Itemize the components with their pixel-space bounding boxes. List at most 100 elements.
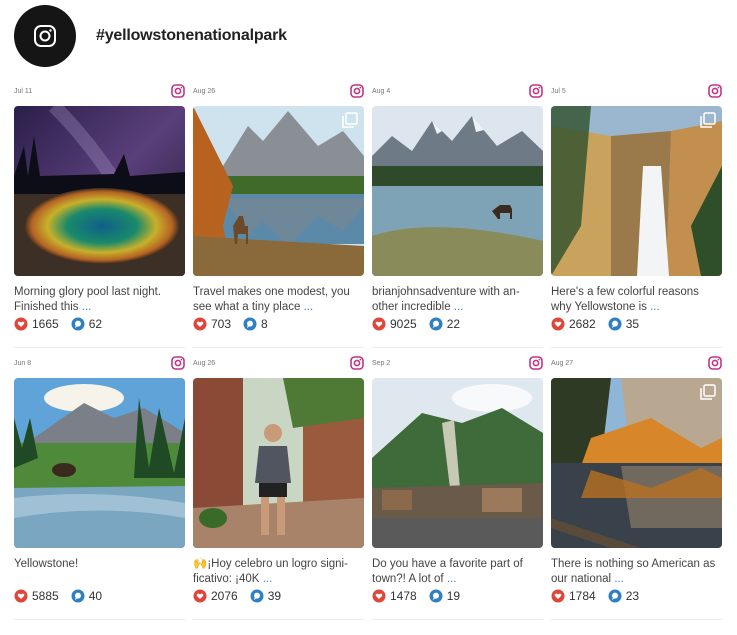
- like-count: 2682: [569, 317, 596, 331]
- multiple-images-icon: [700, 112, 716, 128]
- more-link[interactable]: ...: [82, 301, 92, 313]
- post-date: Aug 4: [372, 87, 391, 95]
- comment-icon[interactable]: [71, 317, 85, 331]
- post-caption: brianjohnsadventure with an-other incred…: [372, 286, 520, 313]
- heart-icon[interactable]: [14, 317, 28, 331]
- comment-icon[interactable]: [71, 589, 85, 603]
- heart-icon[interactable]: [551, 317, 565, 331]
- comment-count: 62: [88, 317, 103, 331]
- like-count: 2076: [211, 589, 238, 603]
- post-image[interactable]: [551, 378, 722, 548]
- heart-icon[interactable]: [372, 317, 386, 331]
- instagram-icon[interactable]: [708, 84, 722, 98]
- post-caption: Yellowstone!: [14, 558, 79, 570]
- instagram-icon[interactable]: [350, 356, 364, 370]
- post-caption: Travel makes one modest, you see what a …: [193, 286, 350, 313]
- comment-icon[interactable]: [608, 589, 622, 603]
- comment-count: 23: [625, 589, 640, 603]
- instagram-icon: [34, 25, 56, 47]
- divider: [14, 619, 185, 620]
- comment-icon[interactable]: [608, 317, 622, 331]
- post-card[interactable]: Aug 27 There is nothing so American as o…: [551, 354, 722, 620]
- post-card[interactable]: Aug 4 brianjohnsadventure with an-other …: [372, 82, 543, 348]
- like-count: 1665: [32, 317, 59, 331]
- comment-icon[interactable]: [243, 317, 257, 331]
- post-caption: Do you have a favorite part of town?! A …: [372, 558, 523, 585]
- post-card[interactable]: Jul 5 Here's a few colorful reasons why …: [551, 82, 722, 348]
- like-count: 5885: [32, 589, 59, 603]
- post-card[interactable]: Aug 26 Travel makes one modest, you see …: [193, 82, 364, 348]
- heart-icon[interactable]: [551, 589, 565, 603]
- post-stats: 2682 35: [551, 317, 651, 331]
- instagram-icon[interactable]: [708, 356, 722, 370]
- divider: [551, 347, 722, 348]
- post-date: Sep 2: [372, 359, 391, 367]
- post-image[interactable]: [551, 106, 722, 276]
- divider: [372, 347, 543, 348]
- divider: [372, 619, 543, 620]
- like-count: 703: [211, 317, 232, 331]
- post-stats: 1784 23: [551, 589, 651, 603]
- post-image[interactable]: [193, 378, 364, 548]
- comment-count: 40: [88, 589, 103, 603]
- more-link[interactable]: ...: [304, 301, 314, 313]
- instagram-icon[interactable]: [171, 84, 185, 98]
- more-link[interactable]: ...: [263, 573, 273, 585]
- comment-icon[interactable]: [429, 589, 443, 603]
- post-date: Aug 26: [193, 359, 216, 367]
- post-stats: 9025 22: [372, 317, 472, 331]
- heart-icon[interactable]: [193, 317, 207, 331]
- divider: [193, 619, 364, 620]
- post-caption: Here's a few colorful reasons why Yellow…: [551, 286, 699, 313]
- post-image[interactable]: [372, 106, 543, 276]
- like-count: 1478: [390, 589, 417, 603]
- avatar[interactable]: [14, 5, 76, 67]
- divider: [551, 619, 722, 620]
- comment-count: 8: [261, 317, 268, 331]
- post-grid: Jul 11 Morning glory pool last night. Fi…: [14, 82, 722, 620]
- heart-icon[interactable]: [14, 589, 28, 603]
- post-image[interactable]: [193, 106, 364, 276]
- post-date: Jun 8: [14, 359, 32, 367]
- comment-count: 22: [446, 317, 461, 331]
- post-stats: 703 8: [193, 317, 280, 331]
- post-stats: 5885 40: [14, 589, 114, 603]
- divider: [193, 347, 364, 348]
- post-image[interactable]: [14, 106, 185, 276]
- post-card[interactable]: Aug 26 🙌¡Hoy celebro un logro signi-fica…: [193, 354, 364, 620]
- comment-icon[interactable]: [429, 317, 443, 331]
- post-date: Aug 26: [193, 87, 216, 95]
- like-count: 1784: [569, 589, 596, 603]
- post-image[interactable]: [14, 378, 185, 548]
- heart-icon[interactable]: [193, 589, 207, 603]
- post-date: Aug 27: [551, 359, 574, 367]
- more-link[interactable]: ...: [454, 301, 464, 313]
- multiple-images-icon: [342, 112, 358, 128]
- more-link[interactable]: ...: [614, 573, 624, 585]
- post-stats: 1665 62: [14, 317, 114, 331]
- heart-icon[interactable]: [372, 589, 386, 603]
- instagram-icon[interactable]: [350, 84, 364, 98]
- post-date: Jul 11: [14, 87, 33, 95]
- post-date: Jul 5: [551, 87, 566, 95]
- instagram-icon[interactable]: [529, 84, 543, 98]
- comment-count: 39: [267, 589, 282, 603]
- instagram-icon[interactable]: [529, 356, 543, 370]
- multiple-images-icon: [700, 384, 716, 400]
- post-caption: There is nothing so American as our nati…: [551, 558, 716, 585]
- post-card[interactable]: Jul 11 Morning glory pool last night. Fi…: [14, 82, 185, 348]
- hashtag-title[interactable]: #yellowstonenationalpark: [96, 27, 287, 45]
- post-card[interactable]: Jun 8 Yellowstone! 5885 40: [14, 354, 185, 620]
- more-link[interactable]: ...: [447, 573, 457, 585]
- post-stats: 1478 19: [372, 589, 472, 603]
- more-link[interactable]: ...: [650, 301, 660, 313]
- post-stats: 2076 39: [193, 589, 293, 603]
- post-caption: Morning glory pool last night. Finished …: [14, 286, 162, 313]
- comment-icon[interactable]: [250, 589, 264, 603]
- like-count: 9025: [390, 317, 417, 331]
- post-image[interactable]: [372, 378, 543, 548]
- post-card[interactable]: Sep 2 Do you have a favorite part of tow…: [372, 354, 543, 620]
- instagram-icon[interactable]: [171, 356, 185, 370]
- divider: [14, 347, 185, 348]
- post-caption: 🙌¡Hoy celebro un logro signi-ficativo: ¡…: [193, 558, 348, 585]
